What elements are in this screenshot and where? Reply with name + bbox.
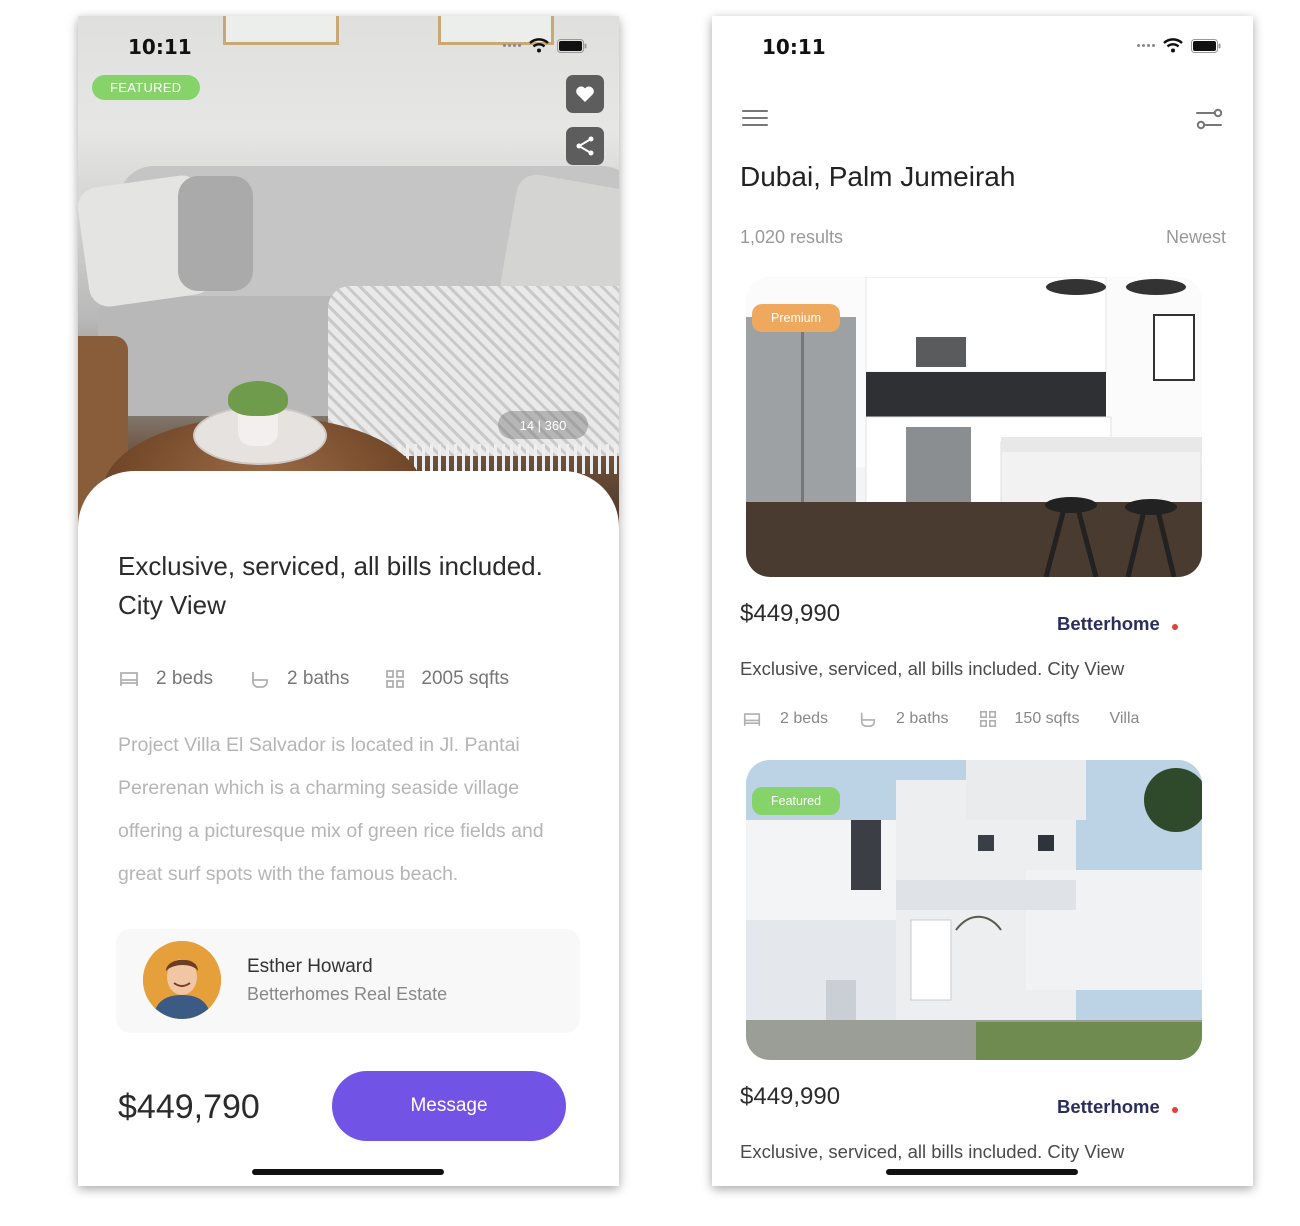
property-hero-photo[interactable]: FEATURED 14 | 360 bbox=[78, 16, 619, 536]
feature-label: 2 baths bbox=[896, 710, 949, 727]
battery-icon bbox=[1191, 38, 1221, 53]
agent-company: Betterhomes Real Estate bbox=[247, 984, 448, 1004]
feature-area: 150 sqfts bbox=[979, 710, 1080, 728]
property-title: Exclusive, serviced, all bills included.… bbox=[118, 551, 543, 620]
wifi-icon bbox=[529, 38, 549, 53]
filter-icon[interactable] bbox=[1195, 105, 1223, 137]
avatar bbox=[143, 941, 221, 1019]
listing-agency[interactable]: Betterhome bbox=[1057, 613, 1160, 635]
signal-icon bbox=[1137, 44, 1155, 47]
feature-beds: 2 beds bbox=[742, 710, 828, 728]
listing-title: Exclusive, serviced, all bills included.… bbox=[740, 1141, 1125, 1162]
feature-label: 2 beds bbox=[156, 668, 214, 689]
bed-icon bbox=[742, 711, 762, 728]
property-features: 2 beds 2 baths 2005 sqfts bbox=[118, 668, 509, 690]
home-indicator bbox=[252, 1169, 444, 1175]
blanket-tassels-decor bbox=[398, 444, 618, 474]
detail-sheet: Exclusive, serviced, all bills included.… bbox=[78, 471, 619, 1186]
feature-beds: 2 beds bbox=[118, 668, 213, 690]
agent-name: Esther Howard bbox=[247, 956, 373, 977]
bed-icon bbox=[118, 670, 140, 688]
pillow-decor bbox=[178, 176, 253, 291]
listing-photo[interactable]: Premium bbox=[746, 277, 1202, 577]
plant-decor bbox=[228, 381, 288, 416]
home-indicator bbox=[886, 1169, 1078, 1175]
bath-icon bbox=[249, 669, 271, 689]
feature-label: 2 beds bbox=[780, 710, 829, 727]
property-description: Project Villa El Salvador is located in … bbox=[118, 734, 544, 885]
featured-badge: FEATURED bbox=[92, 75, 200, 100]
area-icon bbox=[979, 710, 997, 728]
property-price: $449,790 bbox=[118, 1088, 260, 1126]
feature-type: Villa bbox=[1109, 710, 1139, 728]
listing-price: $449,990 bbox=[740, 1083, 841, 1110]
heart-icon bbox=[576, 86, 594, 102]
photo-counter[interactable]: 14 | 360 bbox=[498, 411, 588, 439]
listing-title: Exclusive, serviced, all bills included.… bbox=[740, 658, 1125, 679]
share-icon bbox=[576, 136, 594, 156]
listing-features: 2 beds 2 baths 150 sqfts Villa bbox=[742, 710, 1139, 728]
property-detail-screen: FEATURED 14 | 360 10:11 Exclusive, servi… bbox=[78, 16, 619, 1186]
feature-area: 2005 sqfts bbox=[385, 668, 509, 690]
feature-label: 150 sqfts bbox=[1014, 710, 1080, 727]
feature-baths: 2 baths bbox=[858, 710, 949, 728]
area-icon bbox=[385, 669, 405, 689]
status-time: 10:11 bbox=[128, 35, 192, 59]
wifi-icon bbox=[1163, 38, 1183, 53]
listing-price: $449,990 bbox=[740, 600, 841, 627]
agency-status-dot bbox=[1172, 1107, 1178, 1113]
feature-label: Villa bbox=[1109, 710, 1140, 727]
menu-icon[interactable] bbox=[742, 109, 768, 131]
bath-icon bbox=[858, 710, 878, 728]
premium-badge: Premium bbox=[752, 304, 841, 332]
property-list-screen: 10:11 Dubai, Palm Jumeirah 1,020 results… bbox=[712, 16, 1253, 1186]
battery-icon bbox=[557, 38, 587, 53]
location-title: Dubai, Palm Jumeirah bbox=[740, 161, 1016, 192]
status-time: 10:11 bbox=[762, 35, 826, 59]
status-icons bbox=[1137, 38, 1221, 53]
featured-badge: Featured bbox=[752, 787, 841, 815]
feature-baths: 2 baths bbox=[249, 668, 349, 690]
agency-status-dot bbox=[1172, 624, 1178, 630]
status-bar: 10:11 bbox=[78, 16, 619, 76]
feature-label: 2 baths bbox=[287, 668, 350, 689]
results-count: 1,020 results bbox=[740, 227, 844, 247]
sort-dropdown[interactable]: Newest bbox=[1166, 227, 1226, 248]
signal-icon bbox=[503, 44, 521, 47]
feature-label: 2005 sqfts bbox=[421, 668, 510, 689]
message-button[interactable]: Message bbox=[332, 1071, 566, 1141]
listing-agency[interactable]: Betterhome bbox=[1057, 1096, 1160, 1118]
status-bar: 10:11 bbox=[712, 16, 1253, 76]
status-icons bbox=[503, 38, 587, 53]
agent-card[interactable]: Esther Howard Betterhomes Real Estate bbox=[116, 929, 580, 1033]
share-button[interactable] bbox=[566, 127, 604, 165]
favorite-button[interactable] bbox=[566, 75, 604, 113]
listing-photo[interactable]: Featured bbox=[746, 760, 1202, 1060]
plant-pot-decor bbox=[238, 411, 278, 446]
